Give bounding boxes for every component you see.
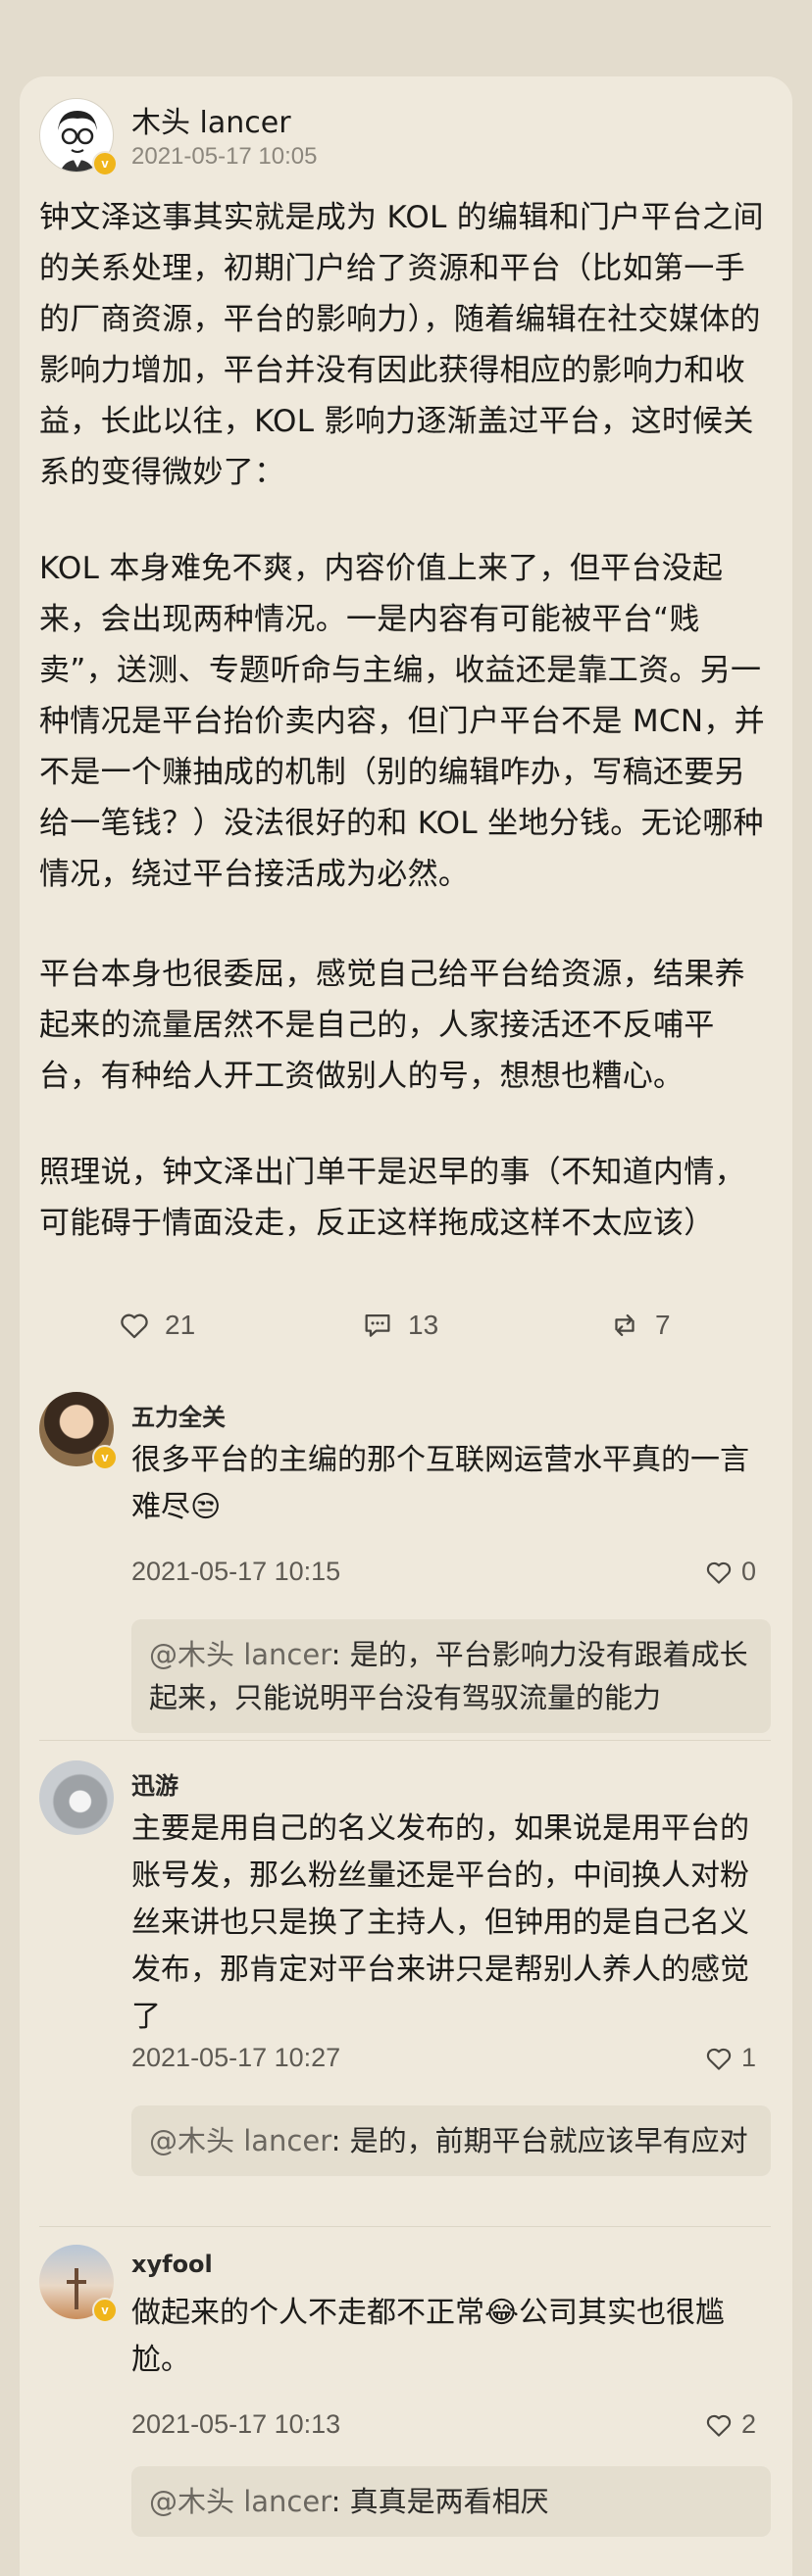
heart-icon (706, 2048, 732, 2070)
comment-avatar[interactable] (39, 1760, 114, 1835)
comment-like-button[interactable]: 2 (704, 2409, 756, 2440)
verified-badge-icon: v (92, 2298, 118, 2323)
comment-author-name[interactable]: xyfool (131, 2251, 213, 2278)
heart-icon (706, 1561, 732, 1584)
comment-like-button[interactable]: 0 (704, 1557, 756, 1587)
post-timestamp: 2021-05-17 10:05 (131, 143, 318, 170)
comment-divider (39, 2226, 771, 2227)
comment-text: 主要是用自己的名义发布的，如果说是用平台的账号发，那么粉丝量还是平台的，中间换人… (131, 1811, 749, 2034)
comment-button[interactable]: 13 (361, 1306, 438, 1345)
author-avatar[interactable]: v (39, 98, 118, 176)
verified-badge-icon: v (92, 151, 118, 176)
reply-text: : 真真是两看相厌 (330, 2485, 549, 2518)
comment-like-count: 0 (741, 1557, 757, 1586)
comment-avatar[interactable]: v (39, 1392, 118, 1470)
comment-divider (39, 1740, 771, 1741)
comment-like-button[interactable]: 1 (704, 2043, 756, 2073)
comment-avatar[interactable]: v (39, 2245, 118, 2323)
comment-timestamp: 2021-05-17 10:13 (131, 2409, 341, 2439)
comment-timestamp: 2021-05-17 10:15 (131, 1557, 341, 1586)
like-button[interactable]: 21 (118, 1306, 195, 1345)
comment-author-name[interactable]: 迅游 (131, 1766, 178, 1801)
reply-mention[interactable]: @木头 lancer (149, 1638, 331, 1671)
post-paragraph-2: KOL 本身难免不爽，内容价值上来了，但平台没起来，会出现两种情况。一是内容有可… (39, 551, 765, 892)
comment-reply[interactable]: @木头 lancer: 真真是两看相厌 (131, 2466, 771, 2537)
reply-text: : 是的，前期平台就应该早有应对 (330, 2124, 748, 2157)
comment-text: 很多平台的主编的那个互联网运营水平真的一言难尽😒 (131, 1443, 749, 1524)
heart-icon (706, 2414, 732, 2437)
like-count: 21 (165, 1310, 196, 1340)
comment-author-name[interactable]: 五力全关 (131, 1398, 226, 1432)
comment-icon (365, 1313, 390, 1337)
comment-like-count: 1 (741, 2043, 757, 2072)
reply-mention[interactable]: @木头 lancer (149, 2124, 331, 2157)
post-author-name[interactable]: 木头 lancer (131, 98, 291, 141)
post-paragraph-1: 钟文泽这事其实就是成为 KOL 的编辑和门户平台之间的关系处理，初期门户给了资源… (39, 200, 764, 490)
comment-count: 13 (408, 1310, 439, 1340)
heart-icon (121, 1313, 148, 1339)
post-paragraph-4: 照理说，钟文泽出门单干是迟早的事（不知道内情，可能碍于情面没走，反正这样拖成这样… (39, 1155, 745, 1241)
verified-badge-icon: v (92, 1445, 118, 1470)
post-paragraph-3: 平台本身也很委屈，感觉自己给平台给资源，结果养起来的流量居然不是自己的，人家接活… (39, 957, 745, 1094)
repost-icon (615, 1313, 634, 1337)
comment-text: 做起来的个人不走都不正常😂公司其实也很尴尬。 (131, 2296, 726, 2377)
repost-button[interactable]: 7 (608, 1306, 671, 1345)
comment-timestamp: 2021-05-17 10:27 (131, 2043, 341, 2072)
comment-reply[interactable]: @木头 lancer: 是的，平台影响力没有跟着成长起来，只能说明平台没有驾驭流… (131, 1619, 771, 1733)
comment-reply[interactable]: @木头 lancer: 是的，前期平台就应该早有应对 (131, 2105, 771, 2176)
reply-mention[interactable]: @木头 lancer (149, 2485, 331, 2518)
repost-count: 7 (655, 1310, 671, 1340)
comment-like-count: 2 (741, 2409, 757, 2439)
